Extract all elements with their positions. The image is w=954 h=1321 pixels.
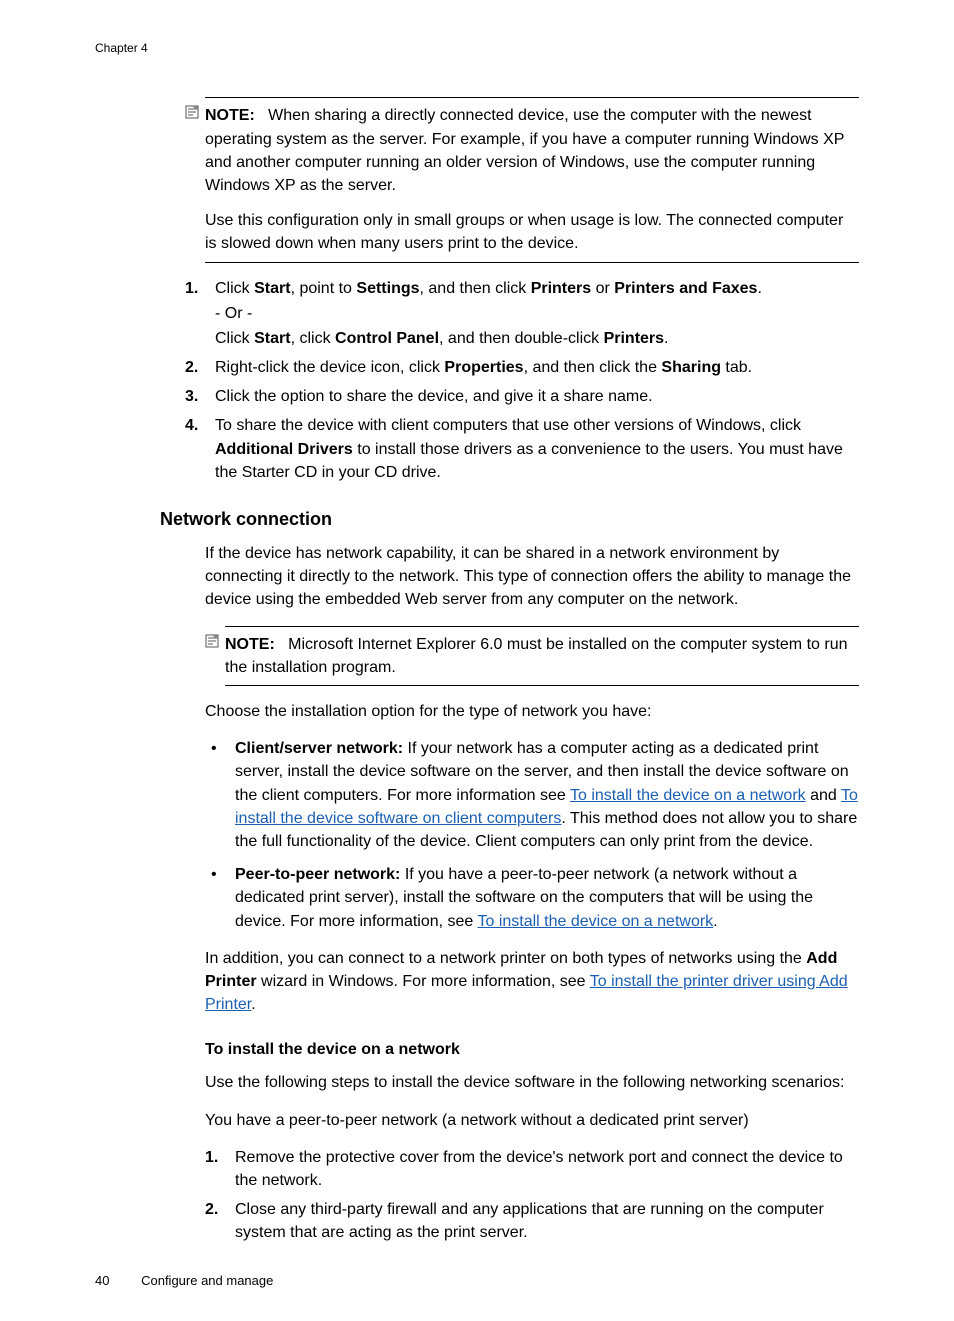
note-1-para-1: NOTE: When sharing a directly connected … <box>205 104 859 197</box>
list-item: 1. Remove the protective cover from the … <box>205 1146 859 1192</box>
note-label: NOTE: <box>205 107 255 124</box>
note-icon <box>185 104 201 120</box>
list-item: 2. Right-click the device icon, click Pr… <box>185 356 859 379</box>
choose-para: Choose the installation option for the t… <box>205 700 859 723</box>
list-number: 4. <box>185 414 198 437</box>
note-1-para-2: Use this configuration only in small gro… <box>205 209 859 255</box>
note-label: NOTE: <box>225 636 275 653</box>
note-icon <box>205 633 221 649</box>
subheading-install-network: To install the device on a network <box>205 1038 859 1061</box>
page-number: 40 <box>95 1273 109 1288</box>
link-install-device-network[interactable]: To install the device on a network <box>477 913 713 930</box>
list-item: • Peer-to-peer network: If you have a pe… <box>205 863 859 933</box>
bullet-list-network-types: • Client/server network: If your network… <box>205 737 859 933</box>
note-2-text: Microsoft Internet Explorer 6.0 must be … <box>225 636 848 676</box>
list-number: 3. <box>185 385 198 408</box>
note-box-1: NOTE: When sharing a directly connected … <box>205 97 859 262</box>
p2p-line: You have a peer-to-peer network (a netwo… <box>205 1109 859 1132</box>
section-heading-network-connection: Network connection <box>160 506 859 532</box>
install-steps-intro: Use the following steps to install the d… <box>205 1071 859 1094</box>
ordered-list-install: 1. Remove the protective cover from the … <box>205 1146 859 1245</box>
add-printer-para: In addition, you can connect to a networ… <box>205 947 859 1017</box>
list-item: 1. Click Start, point to Settings, and t… <box>185 277 859 351</box>
list-item: 4. To share the device with client compu… <box>185 414 859 484</box>
list-item: • Client/server network: If your network… <box>205 737 859 853</box>
link-install-device-network[interactable]: To install the device on a network <box>570 787 806 804</box>
list-item: 3. Click the option to share the device,… <box>185 385 859 408</box>
bullet-icon: • <box>211 863 217 886</box>
network-intro: If the device has network capability, it… <box>205 542 859 612</box>
footer-label: Configure and manage <box>141 1273 273 1288</box>
chapter-label: Chapter 4 <box>95 40 859 57</box>
note-box-2: NOTE: Microsoft Internet Explorer 6.0 mu… <box>225 626 859 686</box>
list-number: 2. <box>205 1198 218 1221</box>
list-number: 2. <box>185 356 198 379</box>
note-2-para: NOTE: Microsoft Internet Explorer 6.0 mu… <box>225 633 859 679</box>
page-footer: 40 Configure and manage <box>95 1272 273 1291</box>
list-number: 1. <box>205 1146 218 1169</box>
list-number: 1. <box>185 277 198 300</box>
bullet-icon: • <box>211 737 217 760</box>
note-1-text-1: When sharing a directly connected device… <box>205 107 844 194</box>
or-line: - Or - <box>215 302 859 325</box>
list-item: 2. Close any third-party firewall and an… <box>205 1198 859 1244</box>
ordered-list-share: 1. Click Start, point to Settings, and t… <box>185 277 859 485</box>
